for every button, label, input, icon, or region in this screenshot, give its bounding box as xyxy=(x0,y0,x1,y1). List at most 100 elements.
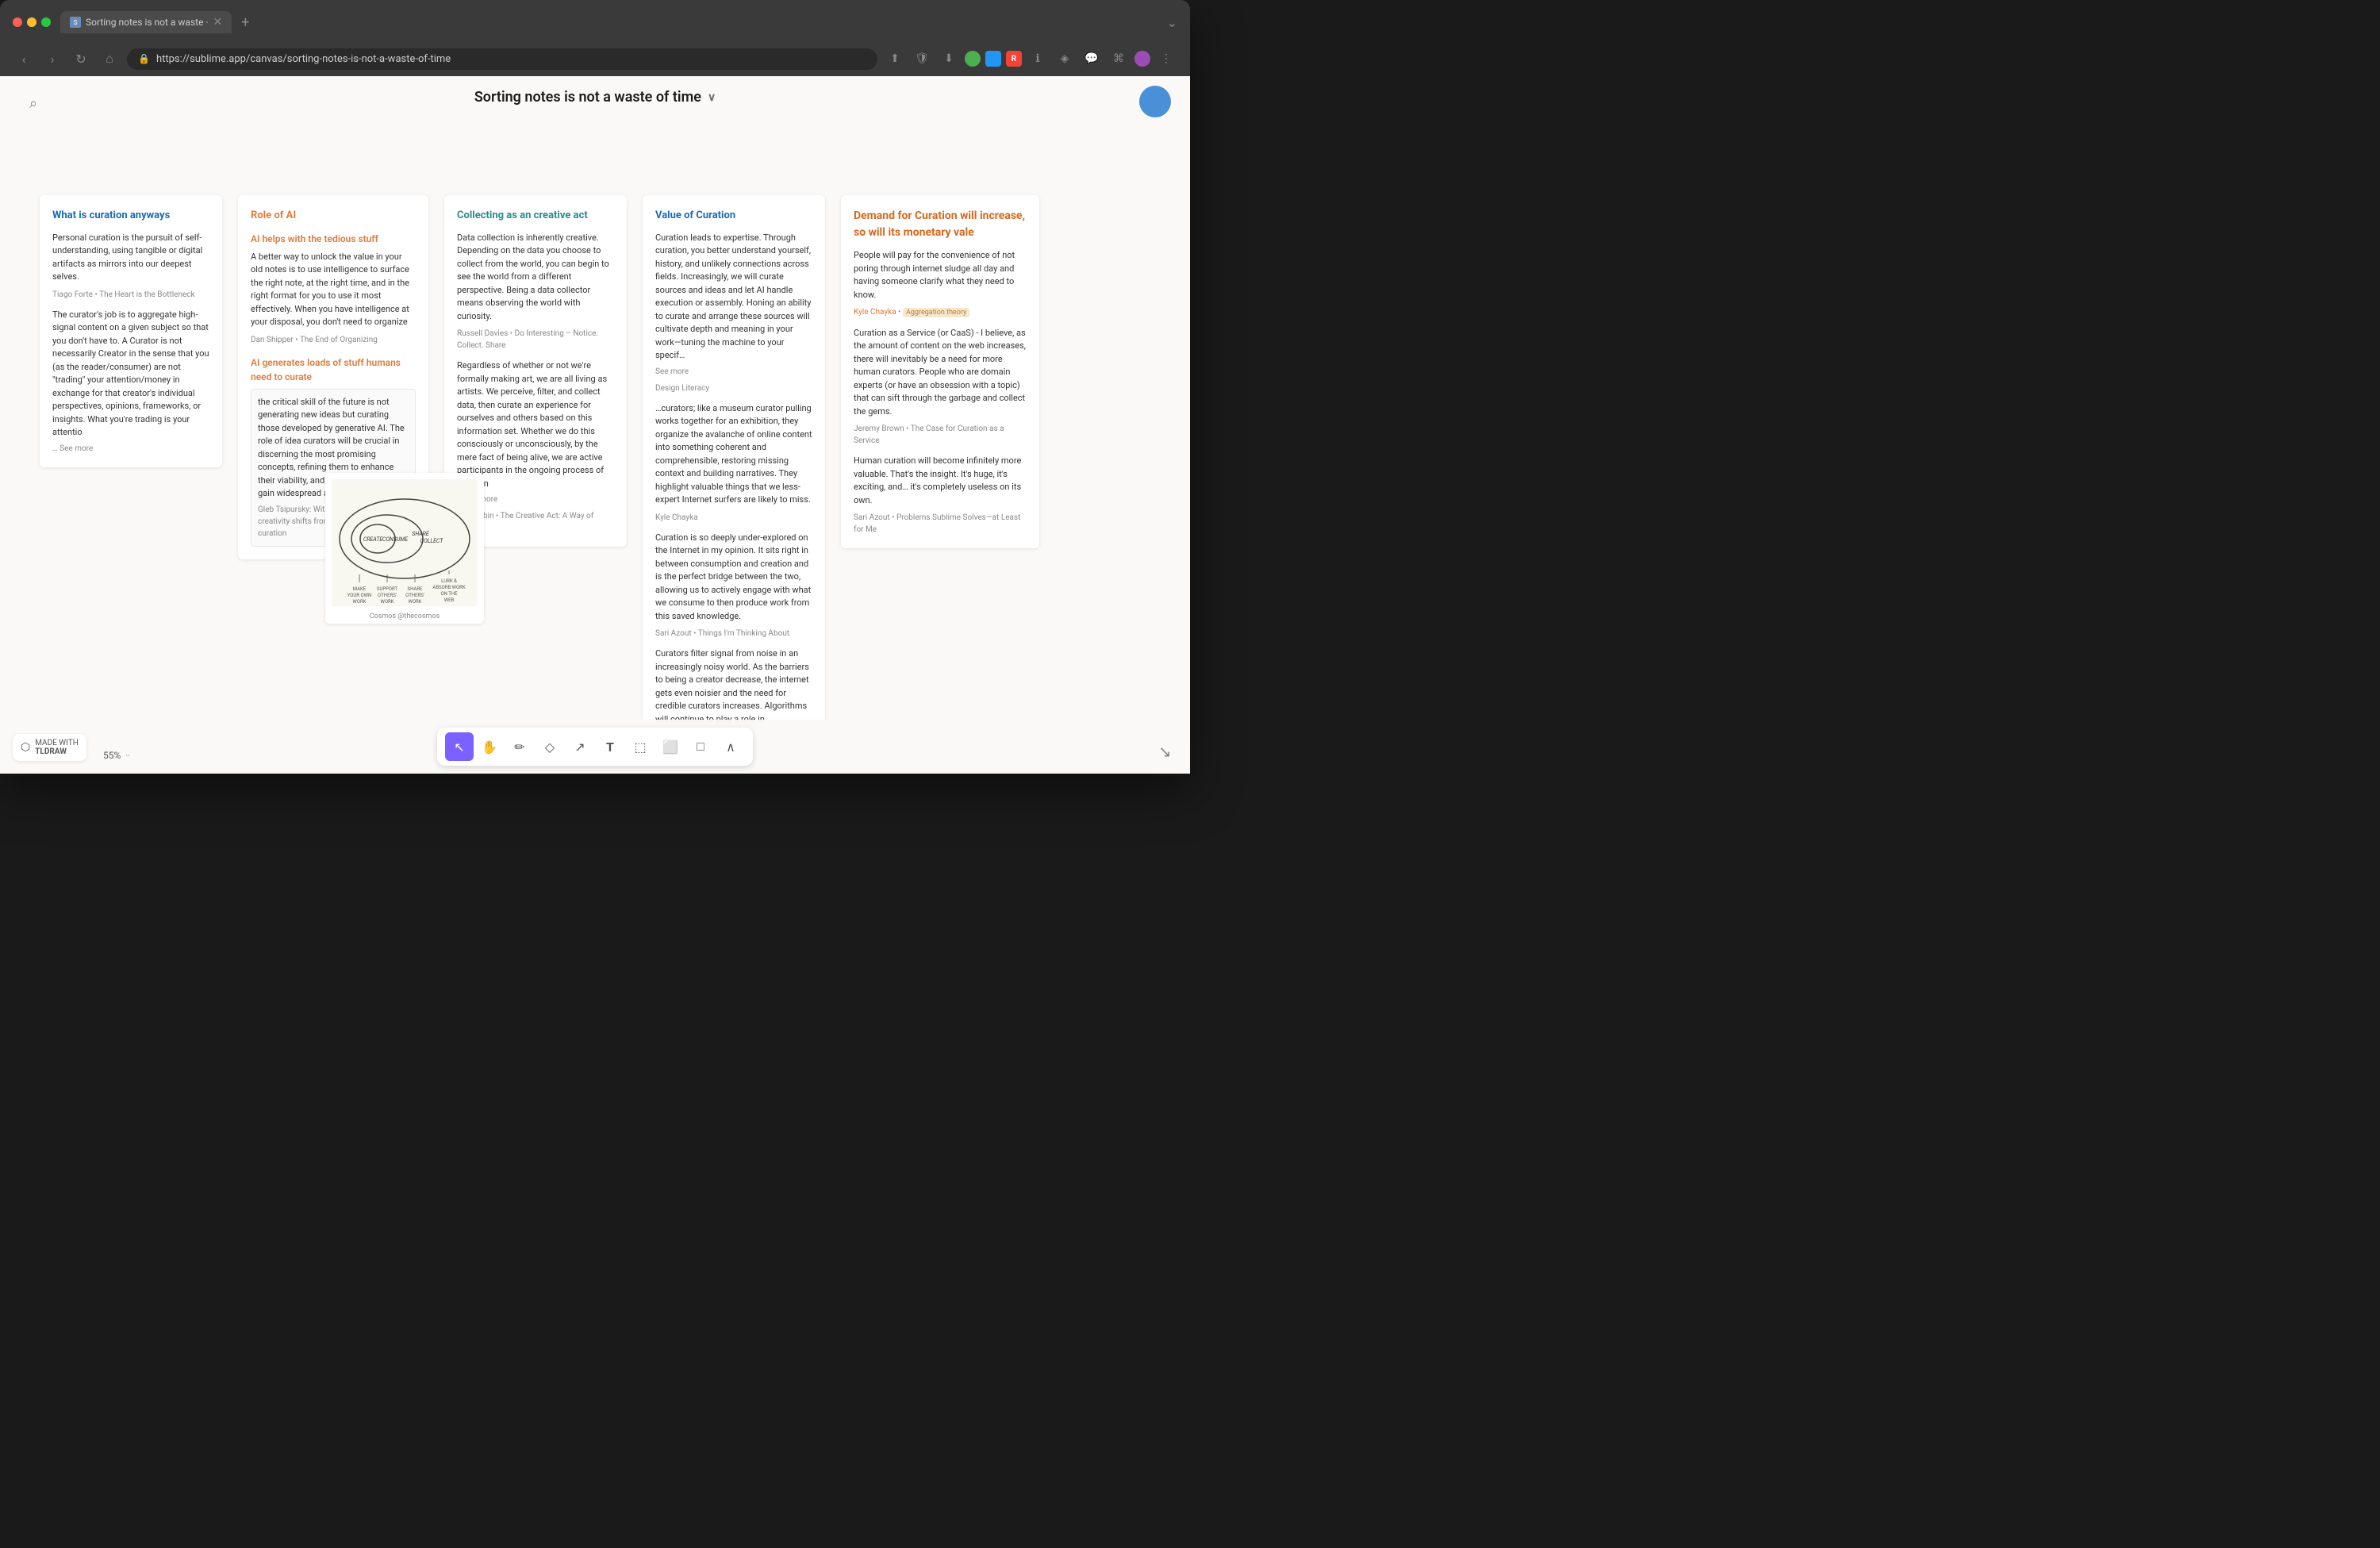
extension-icon-blue[interactable] xyxy=(985,51,1001,67)
chat-icon[interactable]: 💬 xyxy=(1081,48,1103,70)
bottom-toolbar: ↖ ✋ ✏ ◇ ↗ T ⬚ ⬜ □ ∧ xyxy=(0,720,1190,774)
canvas-area: ⌕ Sorting notes is not a waste of time ∨… xyxy=(0,76,1190,774)
tab-area: S Sorting notes is not a waste · ✕ + xyxy=(60,11,1157,33)
card-what-is-curation-para1: Personal curation is the pursuit of self… xyxy=(52,232,209,284)
address-bar[interactable]: 🔒 https://sublime.app/canvas/sorting-not… xyxy=(127,48,877,70)
svg-text:COLLECT: COLLECT xyxy=(420,538,444,544)
card-what-is-curation-see-more[interactable]: … See more xyxy=(52,443,209,455)
card-value-source1: Design Literacy xyxy=(655,382,812,394)
note-tool[interactable]: ⬚ xyxy=(626,732,654,761)
card-demand-for-curation[interactable]: Demand for Curation will increase, so wi… xyxy=(841,195,1039,548)
active-tab[interactable]: S Sorting notes is not a waste · ✕ xyxy=(60,11,232,33)
card-value-of-curation-para1: Curation leads to expertise. Through cur… xyxy=(655,232,812,363)
card-value-of-curation[interactable]: Value of Curation Curation leads to expe… xyxy=(643,195,825,726)
svg-text:SUPPORT: SUPPORT xyxy=(377,586,398,592)
frame-tool[interactable]: ⬜ xyxy=(656,732,685,761)
card-demand-source3: Sari Azout • Problems Sublime Solves—at … xyxy=(854,512,1027,536)
svg-text:SHARE: SHARE xyxy=(408,586,424,592)
download-icon[interactable]: ⬇ xyxy=(938,48,960,70)
canvas-title-text: Sorting notes is not a waste of time xyxy=(474,89,701,106)
shape-tool[interactable]: □ xyxy=(686,732,715,761)
close-button[interactable] xyxy=(13,17,22,27)
card-value-para2: …curators; like a museum curator pulling… xyxy=(655,402,812,507)
card-value-see-more1[interactable]: See more xyxy=(655,366,812,378)
card-what-is-curation-title: What is curation anyways xyxy=(52,208,209,224)
card-what-is-curation[interactable]: What is curation anyways Personal curati… xyxy=(40,195,222,467)
canvas-content[interactable]: What is curation anyways Personal curati… xyxy=(0,132,1190,726)
svg-text:SHARE: SHARE xyxy=(412,531,430,537)
svg-text:ON THE: ON THE xyxy=(440,591,458,597)
svg-text:MAKE: MAKE xyxy=(353,586,367,592)
minimize-button[interactable] xyxy=(27,17,36,27)
sketch-diagram: CREATE CONSUME SHARE COLLECT MAKE YOUR O… xyxy=(332,479,478,606)
home-button[interactable]: ⌂ xyxy=(98,48,121,70)
arrow-tool[interactable]: ↗ xyxy=(566,732,594,761)
made-with-text: MADE WITH TLDRAW xyxy=(35,739,79,756)
svg-text:OTHERS': OTHERS' xyxy=(378,593,397,598)
card-demand-title: Demand for Curation will increase, so wi… xyxy=(854,208,1027,241)
card-value-source2: Kyle Chayka xyxy=(655,512,812,524)
card-role-of-ai-sub1-source: Dan Shipper • The End of Organizing xyxy=(251,334,416,346)
extension-icon-green[interactable] xyxy=(965,51,981,67)
card-collecting-title: Collecting as an creative act xyxy=(457,208,614,224)
aggregation-theory-badge: Aggregation theory xyxy=(903,308,969,317)
sidebar-icon[interactable]: ⌘ xyxy=(1107,48,1130,70)
card-collecting-para2: Regardless of whether or not we're forma… xyxy=(457,359,614,490)
extension-icon-red[interactable]: R xyxy=(1006,51,1022,67)
tab-list-button[interactable]: ⌄ xyxy=(1167,15,1177,30)
card-collecting-source1: Russell Davies • Do Interesting – Notice… xyxy=(457,328,614,351)
traffic-lights xyxy=(13,17,51,27)
shield-icon[interactable]: 🛡 xyxy=(911,48,933,70)
fullscreen-button[interactable] xyxy=(41,17,51,27)
canvas-title-area: Sorting notes is not a waste of time ∨ xyxy=(474,89,716,106)
back-button[interactable]: ‹ xyxy=(13,48,35,70)
more-tools-button[interactable]: ∧ xyxy=(716,732,745,761)
forward-button[interactable]: › xyxy=(41,48,63,70)
menu-button[interactable]: ⋮ xyxy=(1155,48,1177,70)
hand-tool[interactable]: ✋ xyxy=(475,732,504,761)
security-icon: 🔒 xyxy=(138,53,150,64)
card-value-of-curation-title: Value of Curation xyxy=(655,208,812,224)
text-tool[interactable]: T xyxy=(596,732,624,761)
user-avatar[interactable] xyxy=(1139,86,1171,117)
toolbar-tools: ↖ ✋ ✏ ◇ ↗ T ⬚ ⬜ □ ∧ xyxy=(437,728,753,766)
profile-avatar[interactable] xyxy=(1134,51,1150,67)
svg-text:ABSORB WORK: ABSORB WORK xyxy=(432,585,465,590)
zoom-level: 55% xyxy=(103,750,121,761)
draw-tool[interactable]: ✏ xyxy=(505,732,534,761)
card-demand-source1: Kyle Chayka • Aggregation theory xyxy=(854,306,1027,319)
card-role-of-ai-title: Role of AI xyxy=(251,208,416,224)
svg-text:LURK &: LURK & xyxy=(441,578,457,584)
eraser-tool[interactable]: ◇ xyxy=(536,732,564,761)
new-tab-button[interactable]: + xyxy=(238,14,252,31)
svg-text:WORK: WORK xyxy=(409,599,422,605)
card-demand-para2: Curation as a Service (or CaaS) - I beli… xyxy=(854,327,1027,419)
card-what-is-curation-source1: Tiago Forte • The Heart is the Bottlenec… xyxy=(52,289,209,301)
extension-icon-gray[interactable]: ◈ xyxy=(1054,48,1076,70)
card-value-para4: Curators filter signal from noise in an … xyxy=(655,647,812,726)
svg-text:CONSUME: CONSUME xyxy=(382,536,409,543)
tab-close-button[interactable]: ✕ xyxy=(213,16,223,29)
nav-bar: ‹ › ↻ ⌂ 🔒 https://sublime.app/canvas/sor… xyxy=(0,41,1190,76)
image-caption: Cosmos @thecosmos xyxy=(332,613,478,620)
share-icon[interactable]: ⬆ xyxy=(884,48,906,70)
image-card-cosmos[interactable]: CREATE CONSUME SHARE COLLECT MAKE YOUR O… xyxy=(325,473,484,624)
title-bar: S Sorting notes is not a waste · ✕ + ⌄ xyxy=(0,0,1190,41)
canvas-title-dropdown[interactable]: ∨ xyxy=(708,91,716,104)
card-collecting-para1: Data collection is inherently creative. … xyxy=(457,232,614,324)
info-icon[interactable]: ℹ xyxy=(1027,48,1049,70)
svg-text:CREATE: CREATE xyxy=(363,536,384,543)
card-demand-para1: People will pay for the convenience of n… xyxy=(854,249,1027,302)
svg-text:YOUR OWN: YOUR OWN xyxy=(347,593,371,598)
nav-actions: ⬆ 🛡 ⬇ R ℹ ◈ 💬 ⌘ ⋮ xyxy=(884,48,1177,70)
reload-button[interactable]: ↻ xyxy=(70,48,92,70)
select-tool[interactable]: ↖ xyxy=(445,732,474,761)
svg-text:WORK: WORK xyxy=(353,599,367,605)
corner-resize-icon: ↘ xyxy=(1158,742,1177,761)
card-role-of-ai-sub2-title: AI generates loads of stuff humans need … xyxy=(251,355,416,384)
zoom-indicator: 55% ·· xyxy=(103,750,130,761)
search-button[interactable]: ⌕ xyxy=(19,89,48,117)
zoom-options[interactable]: ·· xyxy=(125,751,130,761)
url-text: https://sublime.app/canvas/sorting-notes… xyxy=(156,53,451,65)
card-role-of-ai-sub1-body: A better way to unlock the value in your… xyxy=(251,251,416,329)
